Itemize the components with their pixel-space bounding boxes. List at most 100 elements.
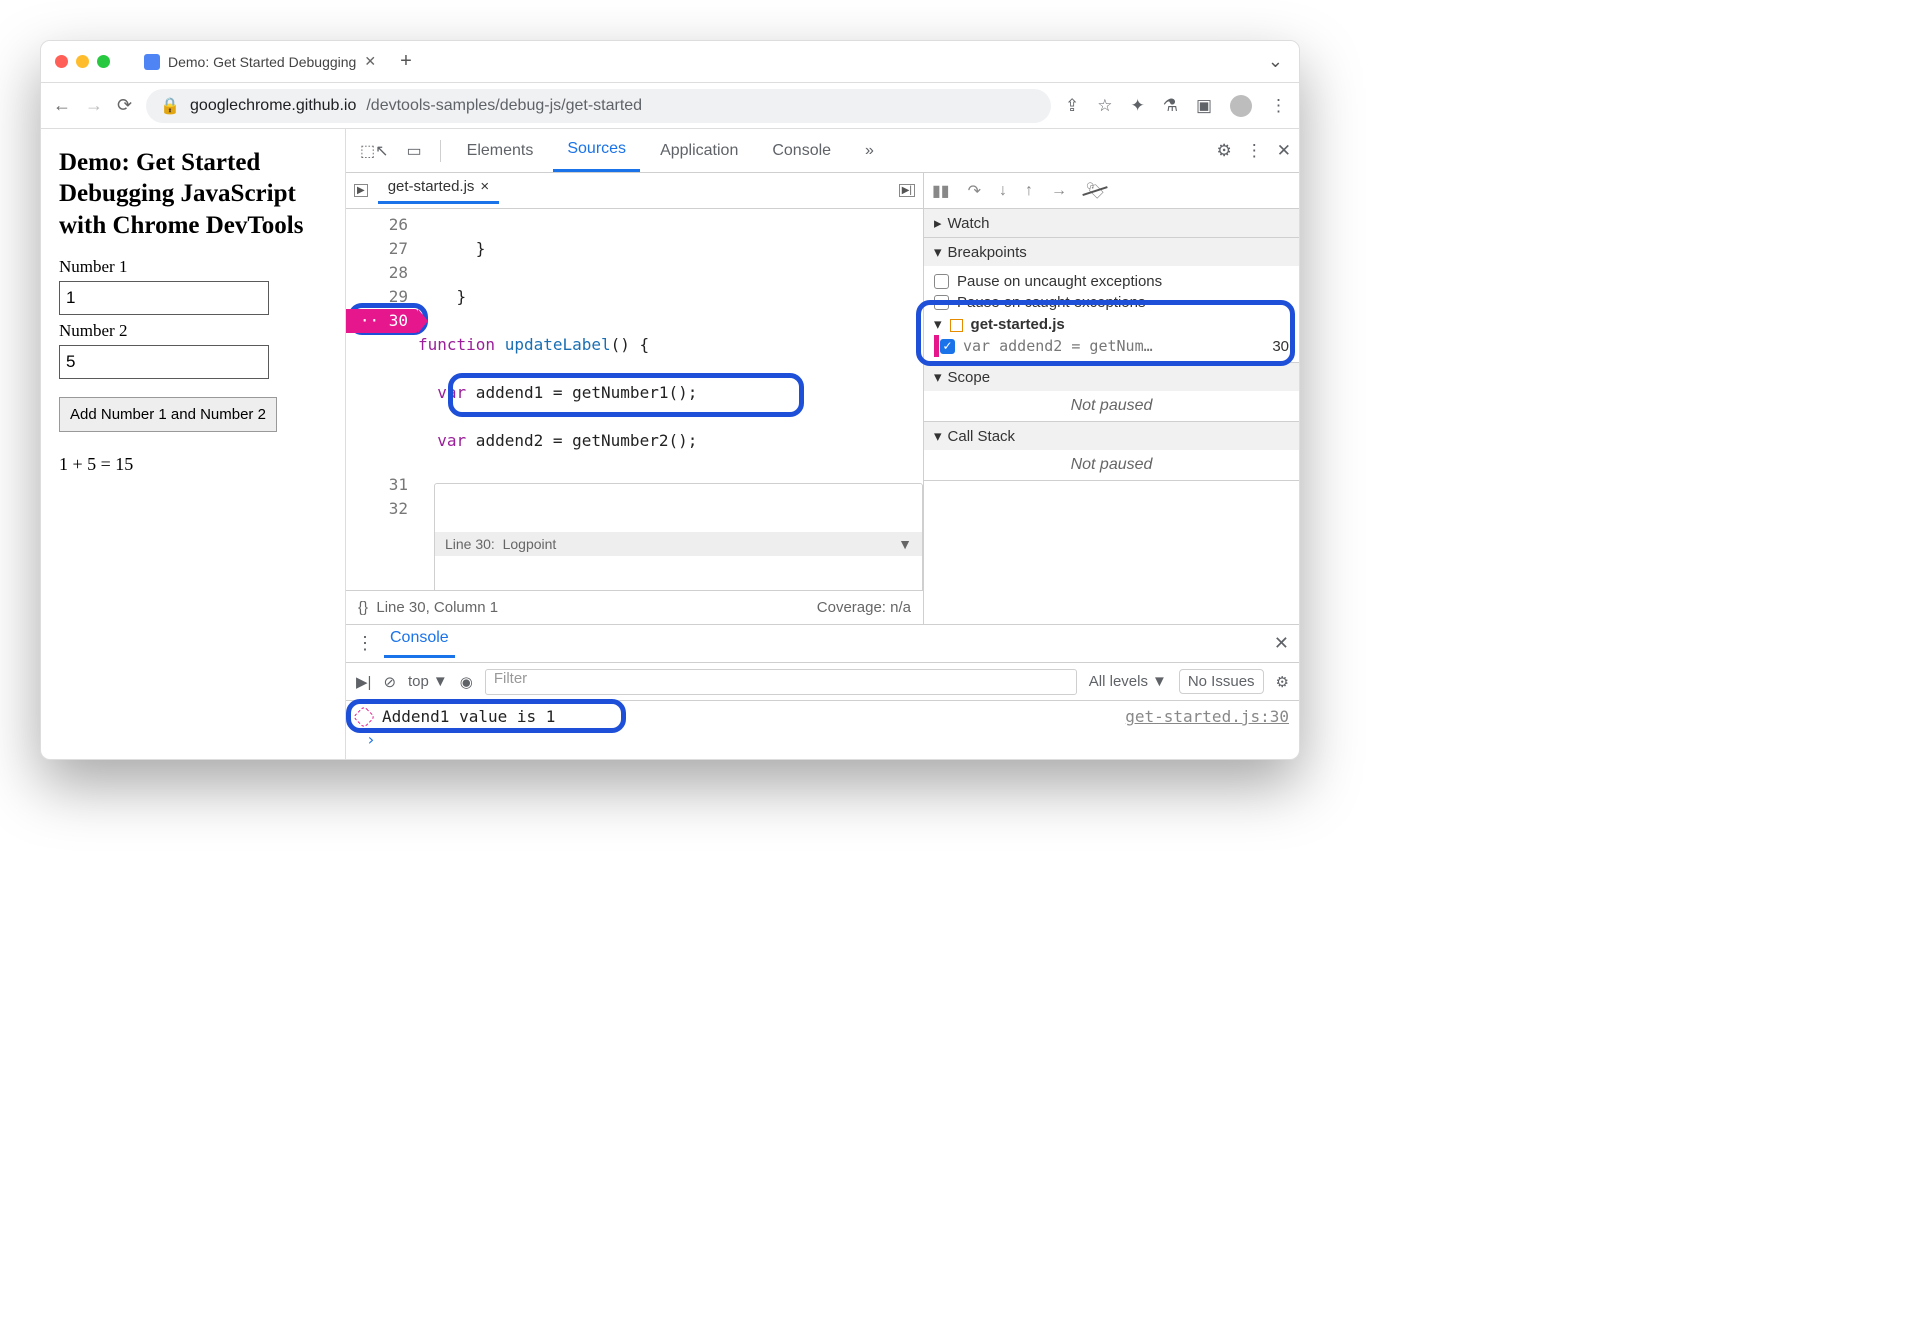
profile-avatar-icon[interactable] bbox=[1230, 95, 1252, 117]
breakpoint-entry[interactable]: ✓ var addend2 = getNum… 30 bbox=[934, 335, 1289, 357]
tabs-dropdown-icon[interactable]: ⌄ bbox=[1268, 51, 1283, 72]
log-levels-selector[interactable]: All levels ▼ bbox=[1089, 673, 1167, 690]
more-files-icon[interactable]: ▶| bbox=[899, 184, 915, 197]
address-bar: ← → ⟳ 🔒 googlechrome.github.io/devtools-… bbox=[41, 83, 1299, 129]
tab-elements[interactable]: Elements bbox=[453, 129, 548, 172]
drawer-close-icon[interactable]: ✕ bbox=[1274, 633, 1289, 654]
step-icon[interactable]: → bbox=[1051, 182, 1067, 200]
step-out-icon[interactable]: ↑ bbox=[1025, 182, 1033, 200]
add-button[interactable]: Add Number 1 and Number 2 bbox=[59, 397, 277, 432]
bookmark-icon[interactable]: ☆ bbox=[1097, 96, 1112, 116]
breakpoint-checkbox[interactable]: ✓ bbox=[940, 339, 955, 354]
live-expression-icon[interactable]: ◉ bbox=[460, 673, 473, 691]
deactivate-breakpoints-icon[interactable]: 🏷 bbox=[1085, 181, 1105, 201]
file-tabbar: ▶ get-started.js × ▶| bbox=[346, 173, 923, 209]
minimize-window-icon[interactable] bbox=[76, 55, 89, 68]
console-drawer: ⋮ Console ✕ ▶| ⊘ top ▼ ◉ Filter All leve… bbox=[346, 624, 1299, 759]
devtools-close-icon[interactable]: ✕ bbox=[1277, 141, 1291, 161]
drawer-menu-icon[interactable]: ⋮ bbox=[356, 633, 374, 654]
console-filter-input[interactable]: Filter bbox=[485, 669, 1077, 695]
console-sidebar-toggle-icon[interactable]: ▶| bbox=[356, 673, 371, 691]
clear-console-icon[interactable]: ⊘ bbox=[383, 673, 396, 691]
cursor-position: Line 30, Column 1 bbox=[376, 599, 498, 616]
back-button[interactable]: ← bbox=[53, 95, 71, 116]
settings-icon[interactable]: ⚙ bbox=[1217, 141, 1232, 161]
logpoint-badge-icon bbox=[353, 705, 376, 728]
number2-label: Number 2 bbox=[59, 321, 327, 341]
share-icon[interactable]: ⇪ bbox=[1065, 96, 1079, 116]
section-scope[interactable]: ▾ Scope bbox=[924, 363, 1299, 391]
editor-statusbar: {} Line 30, Column 1 Coverage: n/a bbox=[346, 590, 923, 624]
tab-close-icon[interactable]: ✕ bbox=[364, 53, 376, 70]
breakpoint-file-row[interactable]: ▾ get-started.js bbox=[934, 313, 1289, 335]
issues-chip[interactable]: No Issues bbox=[1179, 669, 1264, 694]
favicon-icon bbox=[144, 54, 160, 70]
step-into-icon[interactable]: ↓ bbox=[999, 182, 1007, 200]
chrome-menu-icon[interactable]: ⋮ bbox=[1270, 96, 1287, 116]
maximize-window-icon[interactable] bbox=[97, 55, 110, 68]
url-path: /devtools-samples/debug-js/get-started bbox=[366, 97, 642, 115]
demo-page: Demo: Get Started Debugging JavaScript w… bbox=[41, 129, 346, 759]
console-prompt[interactable]: › bbox=[356, 726, 1289, 753]
url-host: googlechrome.github.io bbox=[190, 97, 356, 115]
update-icon[interactable]: ▣ bbox=[1196, 96, 1212, 116]
url-input[interactable]: 🔒 googlechrome.github.io/devtools-sample… bbox=[146, 89, 1051, 123]
log-source-link[interactable]: get-started.js:30 bbox=[1125, 707, 1289, 726]
window-controls[interactable] bbox=[49, 55, 110, 68]
number1-input[interactable] bbox=[59, 281, 269, 315]
debugger-sidebar: ▮▮ ↷ ↓ ↑ → 🏷 ▸ Watch ▾ Breakpoints Pause… bbox=[924, 173, 1299, 624]
tab-application[interactable]: Application bbox=[646, 129, 752, 172]
number2-input[interactable] bbox=[59, 345, 269, 379]
section-callstack[interactable]: ▾ Call Stack bbox=[924, 422, 1299, 450]
devtools: ⬚↖ ▭ Elements Sources Application Consol… bbox=[346, 129, 1299, 759]
tab-more[interactable]: » bbox=[851, 129, 888, 172]
pause-caught-checkbox[interactable]: Pause on caught exceptions bbox=[934, 292, 1289, 313]
page-title: Demo: Get Started Debugging JavaScript w… bbox=[59, 147, 327, 241]
debugger-toolbar: ▮▮ ↷ ↓ ↑ → 🏷 bbox=[924, 173, 1299, 209]
logpoint-line-marker[interactable]: ·· 30 bbox=[346, 309, 418, 333]
pause-icon[interactable]: ▮▮ bbox=[932, 181, 950, 201]
logpoint-type-dropdown-icon[interactable]: ▼ bbox=[898, 536, 912, 552]
reload-button[interactable]: ⟳ bbox=[117, 95, 132, 116]
inspect-icon[interactable]: ⬚↖ bbox=[354, 141, 395, 161]
scope-not-paused: Not paused bbox=[924, 391, 1299, 421]
coverage-status: Coverage: n/a bbox=[817, 599, 911, 616]
number1-label: Number 1 bbox=[59, 257, 327, 277]
log-text: Addend1 value is 1 bbox=[382, 707, 555, 726]
tab-console[interactable]: Console bbox=[758, 129, 845, 172]
section-watch[interactable]: ▸ Watch bbox=[924, 209, 1299, 237]
console-log-line[interactable]: Addend1 value is 1 get-started.js:30 bbox=[356, 707, 1289, 726]
file-tab[interactable]: get-started.js × bbox=[378, 178, 499, 204]
close-window-icon[interactable] bbox=[55, 55, 68, 68]
step-over-icon[interactable]: ↷ bbox=[968, 181, 981, 201]
pretty-print-icon[interactable]: {} bbox=[358, 599, 368, 616]
labs-icon[interactable]: ⚗ bbox=[1163, 96, 1178, 116]
code-editor[interactable]: 26272829 ·· 30 3132 } } function updateL… bbox=[346, 209, 923, 590]
drawer-tab-console[interactable]: Console bbox=[384, 629, 455, 658]
browser-window: Demo: Get Started Debugging ✕ + ⌄ ← → ⟳ … bbox=[40, 40, 1300, 760]
navigator-toggle-icon[interactable]: ▶ bbox=[354, 184, 368, 197]
result-text: 1 + 5 = 15 bbox=[59, 454, 327, 475]
devtools-tabbar: ⬚↖ ▭ Elements Sources Application Consol… bbox=[346, 129, 1299, 173]
browser-tab[interactable]: Demo: Get Started Debugging ✕ bbox=[130, 41, 390, 82]
lock-icon: 🔒 bbox=[160, 96, 180, 116]
devtools-menu-icon[interactable]: ⋮ bbox=[1246, 141, 1263, 161]
console-settings-icon[interactable]: ⚙ bbox=[1276, 673, 1289, 691]
pause-uncaught-checkbox[interactable]: Pause on uncaught exceptions bbox=[934, 271, 1289, 292]
context-selector[interactable]: top ▼ bbox=[408, 673, 448, 690]
callstack-not-paused: Not paused bbox=[924, 450, 1299, 480]
file-tab-close-icon[interactable]: × bbox=[480, 178, 489, 195]
new-tab-button[interactable]: + bbox=[400, 50, 412, 73]
tab-title: Demo: Get Started Debugging bbox=[168, 54, 356, 70]
file-tab-name: get-started.js bbox=[388, 178, 475, 195]
extensions-icon[interactable]: ✦ bbox=[1130, 96, 1144, 116]
forward-button[interactable]: → bbox=[85, 95, 103, 116]
tab-sources[interactable]: Sources bbox=[553, 129, 640, 172]
logpoint-editor[interactable]: Line 30: Logpoint ▼ 'Addend1 value is ',… bbox=[434, 483, 923, 590]
section-breakpoints[interactable]: ▾ Breakpoints bbox=[924, 238, 1299, 266]
js-file-icon bbox=[950, 319, 963, 332]
device-toggle-icon[interactable]: ▭ bbox=[401, 141, 428, 161]
console-toolbar: ▶| ⊘ top ▼ ◉ Filter All levels ▼ No Issu… bbox=[346, 663, 1299, 701]
tabstrip: Demo: Get Started Debugging ✕ + ⌄ bbox=[41, 41, 1299, 83]
code-area[interactable]: } } function updateLabel() { var addend1… bbox=[418, 209, 923, 590]
